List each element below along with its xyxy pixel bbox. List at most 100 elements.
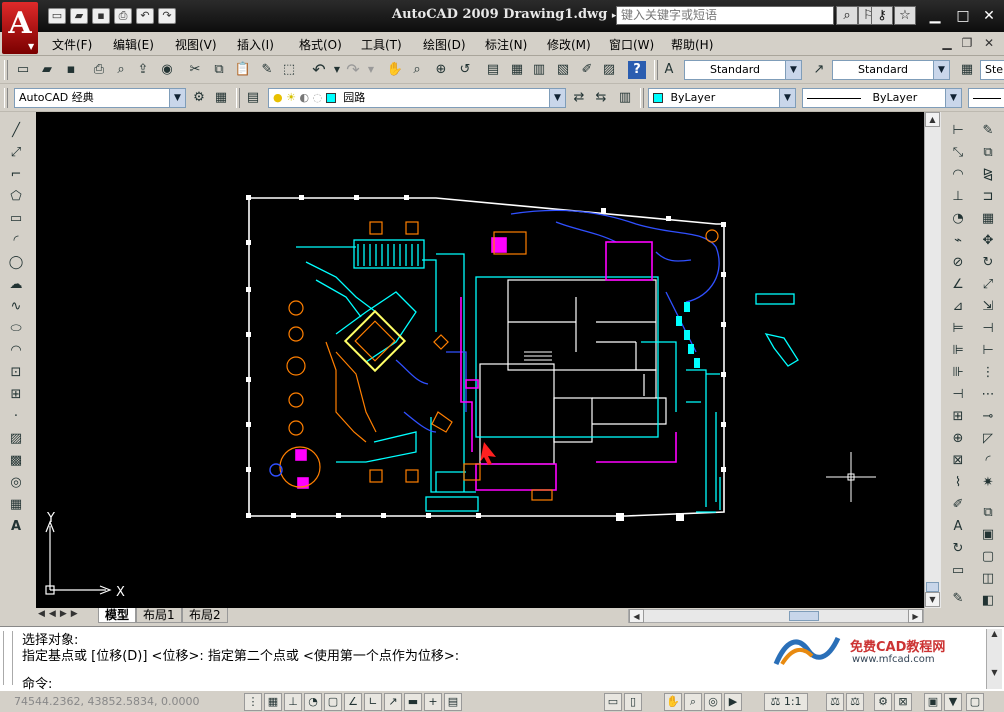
chevron-down-icon[interactable]: ▼: [549, 89, 565, 107]
plot-icon[interactable]: ⎙: [90, 61, 108, 79]
markup-icon[interactable]: ✐: [578, 61, 596, 79]
workspace-select[interactable]: AutoCAD 经典 ▼: [14, 88, 186, 108]
break-icon[interactable]: ⋯: [978, 386, 998, 404]
dim-angular-icon[interactable]: ∠: [948, 276, 968, 294]
showmotion-icon[interactable]: ▶: [724, 693, 742, 711]
tool-palettes-icon[interactable]: ▥: [530, 61, 548, 79]
menu-draw[interactable]: 绘图(D): [423, 36, 466, 53]
polyline-icon[interactable]: ⌐: [6, 166, 26, 184]
ortho-mode-icon[interactable]: ⊥: [284, 693, 302, 711]
rectangle-icon[interactable]: ▭: [6, 210, 26, 228]
revision-cloud-icon[interactable]: ☁: [6, 276, 26, 294]
sheet-set-icon[interactable]: ▧: [554, 61, 572, 79]
tab-navigation-arrows-icon[interactable]: ◀◀▶▶: [38, 609, 82, 619]
dim-update-icon[interactable]: ↻: [948, 540, 968, 558]
auto-scale-icon[interactable]: ⚖: [846, 693, 864, 711]
clean-screen-icon[interactable]: ▢: [966, 693, 984, 711]
grid-display-icon[interactable]: ▦: [264, 693, 282, 711]
layer-properties-icon[interactable]: ▤: [244, 89, 262, 107]
send-under-icon[interactable]: ◧: [978, 592, 998, 610]
search-input[interactable]: 键入关键字或短语: [616, 6, 834, 25]
redo-icon[interactable]: ↷: [344, 61, 362, 79]
toolbar-grip[interactable]: [236, 88, 240, 108]
erase-icon[interactable]: ✎: [978, 122, 998, 140]
table-icon[interactable]: ▦: [6, 496, 26, 514]
zoom-realtime-icon[interactable]: ⌕: [408, 61, 426, 79]
workspace-save-icon[interactable]: ▦: [212, 89, 230, 107]
dim-ordinate-icon[interactable]: ⊥: [948, 188, 968, 206]
3d-dwf-icon[interactable]: ◉: [158, 61, 176, 79]
menu-format[interactable]: 格式(O): [299, 36, 342, 53]
plot-preview-icon[interactable]: ⌕: [112, 61, 130, 79]
design-center-icon[interactable]: ▦: [508, 61, 526, 79]
chevron-down-icon[interactable]: ▼: [779, 89, 795, 107]
layer-select[interactable]: ● ☀ ◐ ◌ 园路 ▼: [268, 88, 566, 108]
insert-block-icon[interactable]: ⊡: [6, 364, 26, 382]
steering-wheel-icon[interactable]: ◎: [704, 693, 722, 711]
gradient-icon[interactable]: ▩: [6, 452, 26, 470]
model-space-icon[interactable]: ▭: [604, 693, 622, 711]
dim-edit-icon[interactable]: ✐: [948, 496, 968, 514]
point-icon[interactable]: ·: [6, 408, 26, 426]
undo-icon[interactable]: ↶: [310, 61, 328, 79]
bring-front-icon[interactable]: ▣: [978, 526, 998, 544]
dim-space-icon[interactable]: ⊪: [948, 364, 968, 382]
menu-file[interactable]: 文件(F): [52, 36, 92, 53]
lineweight-display-icon[interactable]: ▬: [404, 693, 422, 711]
move-icon[interactable]: ✥: [978, 232, 998, 250]
dim-arc-icon[interactable]: ◠: [948, 166, 968, 184]
print-icon[interactable]: ⎙: [114, 8, 132, 24]
scroll-right-icon[interactable]: ▶: [908, 609, 923, 623]
status-menu-icon[interactable]: ▼: [944, 693, 962, 711]
rotate-icon[interactable]: ↻: [978, 254, 998, 272]
dim-jogged-icon[interactable]: ⌁: [948, 232, 968, 250]
dim-text-edit-icon[interactable]: A: [948, 518, 968, 536]
open-icon[interactable]: ▰: [38, 61, 56, 79]
scroll-down-icon[interactable]: ▼: [987, 668, 1002, 677]
bring-above-icon[interactable]: ◫: [978, 570, 998, 588]
send-back-icon[interactable]: ▢: [978, 548, 998, 566]
line-icon[interactable]: ╱: [6, 122, 26, 140]
save-icon[interactable]: ▪: [92, 8, 110, 24]
inspection-icon[interactable]: ⊠: [948, 452, 968, 470]
region-icon[interactable]: ◎: [6, 474, 26, 492]
open-folder-icon[interactable]: ▰: [70, 8, 88, 24]
chamfer-icon[interactable]: ◸: [978, 430, 998, 448]
workspace-settings-icon[interactable]: ⚙: [190, 89, 208, 107]
copy-icon[interactable]: ⧉: [210, 61, 228, 79]
menu-insert[interactable]: 插入(I): [237, 36, 274, 53]
doc-restore-icon[interactable]: ❐: [958, 35, 976, 51]
text-style-icon[interactable]: A: [660, 61, 678, 79]
annotation-scale-select[interactable]: ⚖ 1:1: [764, 693, 808, 711]
scroll-down-icon[interactable]: ▼: [925, 592, 940, 607]
maximize-button[interactable]: □: [950, 6, 976, 26]
circle-icon[interactable]: ◯: [6, 254, 26, 272]
break-at-point-icon[interactable]: ⋮: [978, 364, 998, 382]
pan-realtime-icon[interactable]: ✋: [386, 61, 404, 79]
chevron-down-icon[interactable]: ▼: [933, 61, 949, 79]
command-window-grip[interactable]: [3, 631, 13, 685]
help-icon[interactable]: ?: [628, 61, 646, 79]
pan-icon[interactable]: ✋: [664, 693, 682, 711]
paintbrush-icon[interactable]: ✎: [948, 590, 968, 608]
object-snap-icon[interactable]: ▢: [324, 693, 342, 711]
toolbar-grip[interactable]: [640, 88, 644, 108]
menu-view[interactable]: 视图(V): [175, 36, 217, 53]
extend-icon[interactable]: ⊢: [978, 342, 998, 360]
multiline-text-icon[interactable]: A: [6, 518, 26, 536]
dim-style-select[interactable]: Standard ▼: [832, 60, 950, 80]
dim-baseline-icon[interactable]: ⊨: [948, 320, 968, 338]
polar-tracking-icon[interactable]: ◔: [304, 693, 322, 711]
snap-mode-icon[interactable]: ⋮: [244, 693, 262, 711]
object-snap-tracking-icon[interactable]: ∠: [344, 693, 362, 711]
key-icon[interactable]: ⚷: [871, 6, 893, 25]
layer-previous-icon[interactable]: ⇆: [592, 89, 610, 107]
undo-icon[interactable]: ↶: [136, 8, 154, 24]
doc-close-icon[interactable]: ✕: [980, 35, 998, 51]
copy-object-icon[interactable]: ⧉: [978, 144, 998, 162]
ellipse-arc-icon[interactable]: ◠: [6, 342, 26, 360]
arc-icon[interactable]: ◜: [6, 232, 26, 250]
close-button[interactable]: ✕: [976, 6, 1002, 26]
publish-icon[interactable]: ⇪: [134, 61, 152, 79]
command-scrollbar[interactable]: ▲ ▼: [986, 629, 1002, 689]
